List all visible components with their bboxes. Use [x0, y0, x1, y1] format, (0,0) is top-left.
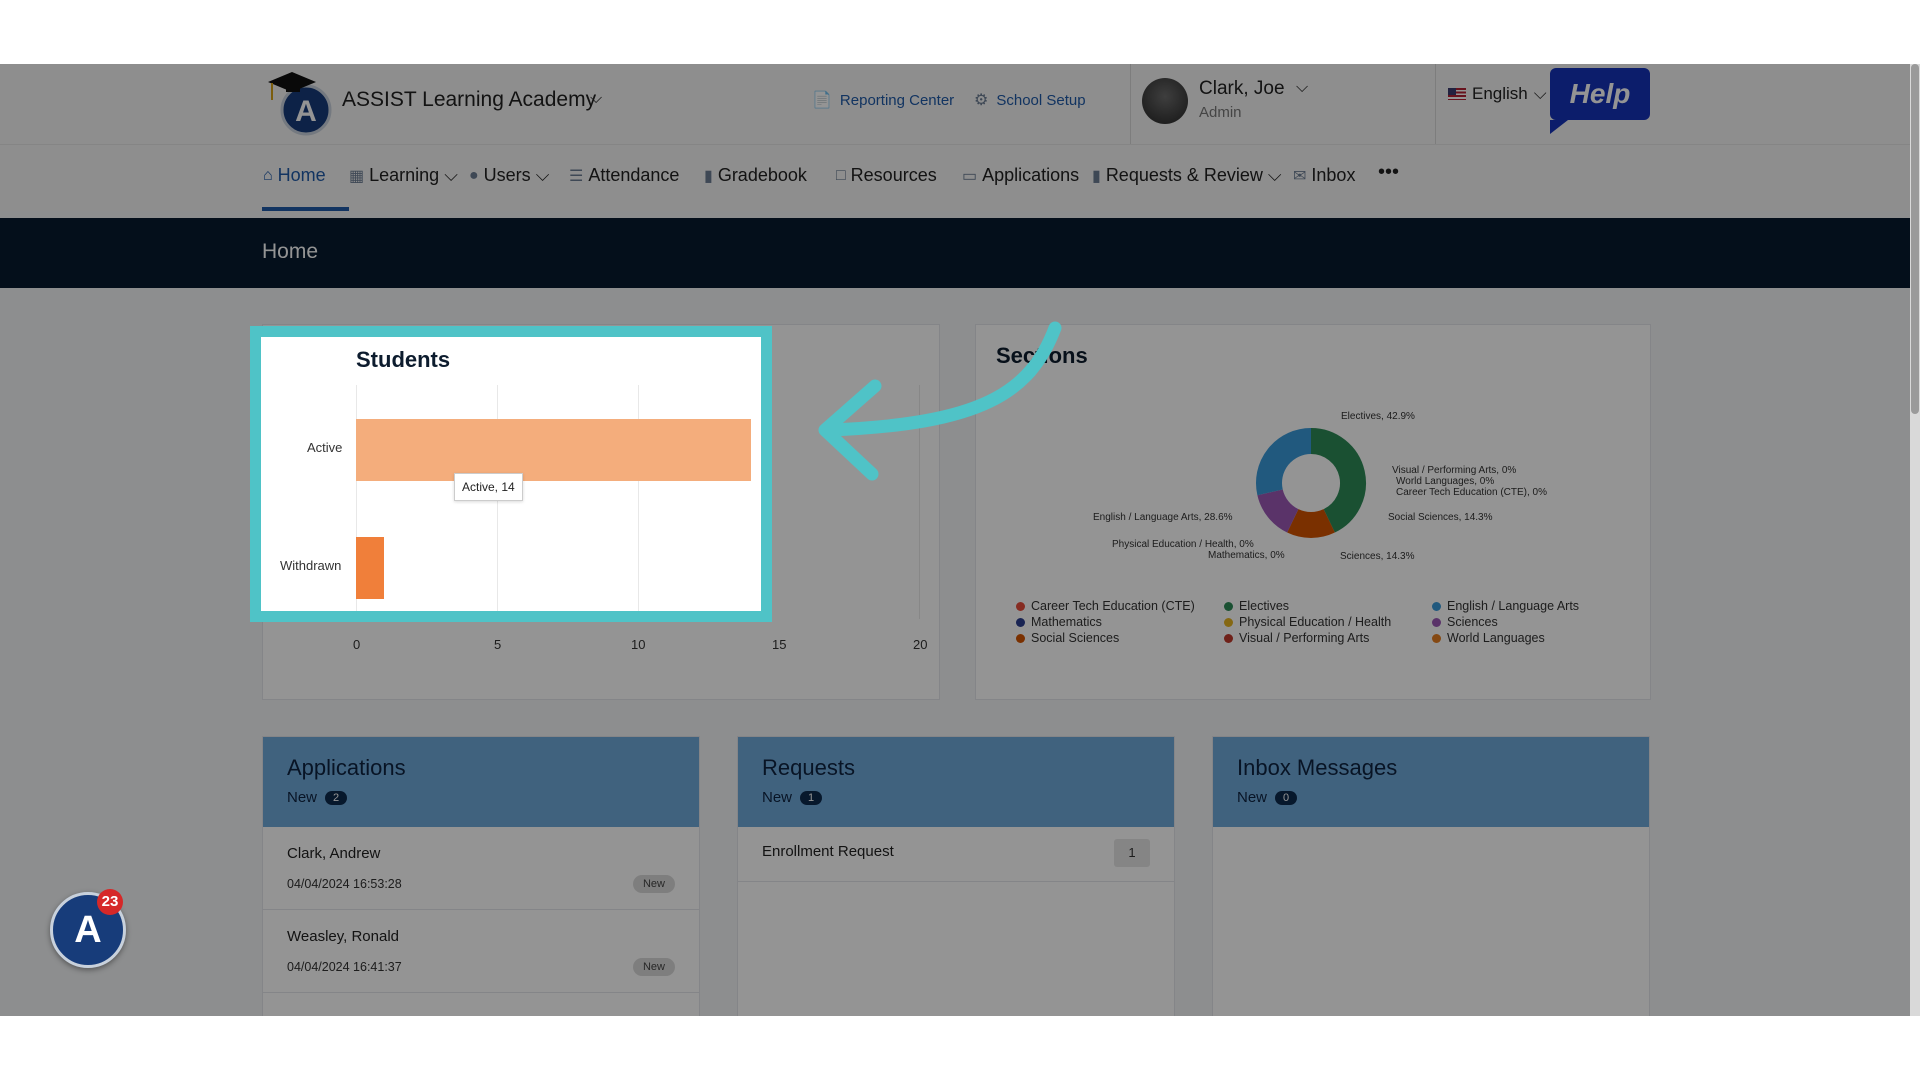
bar-active[interactable] [356, 419, 751, 481]
students-title: Students [356, 347, 451, 372]
y-label-withdrawn: Withdrawn [280, 558, 342, 573]
y-label-active: Active [307, 440, 343, 455]
bar-tooltip: Active, 14 [454, 473, 523, 501]
scrollbar-thumb[interactable] [1911, 64, 1919, 414]
bar-withdrawn[interactable] [356, 537, 385, 599]
app-frame: A ASSIST Learning Academy ⌵ 📄 Reporting … [0, 64, 1920, 1016]
pointer-arrow-icon [818, 321, 1062, 481]
students-chart-highlight: Students Active Withdrawn Active, 14 [250, 326, 772, 622]
scrollbar[interactable] [1910, 64, 1920, 1016]
notification-badge: 23 [97, 889, 123, 915]
